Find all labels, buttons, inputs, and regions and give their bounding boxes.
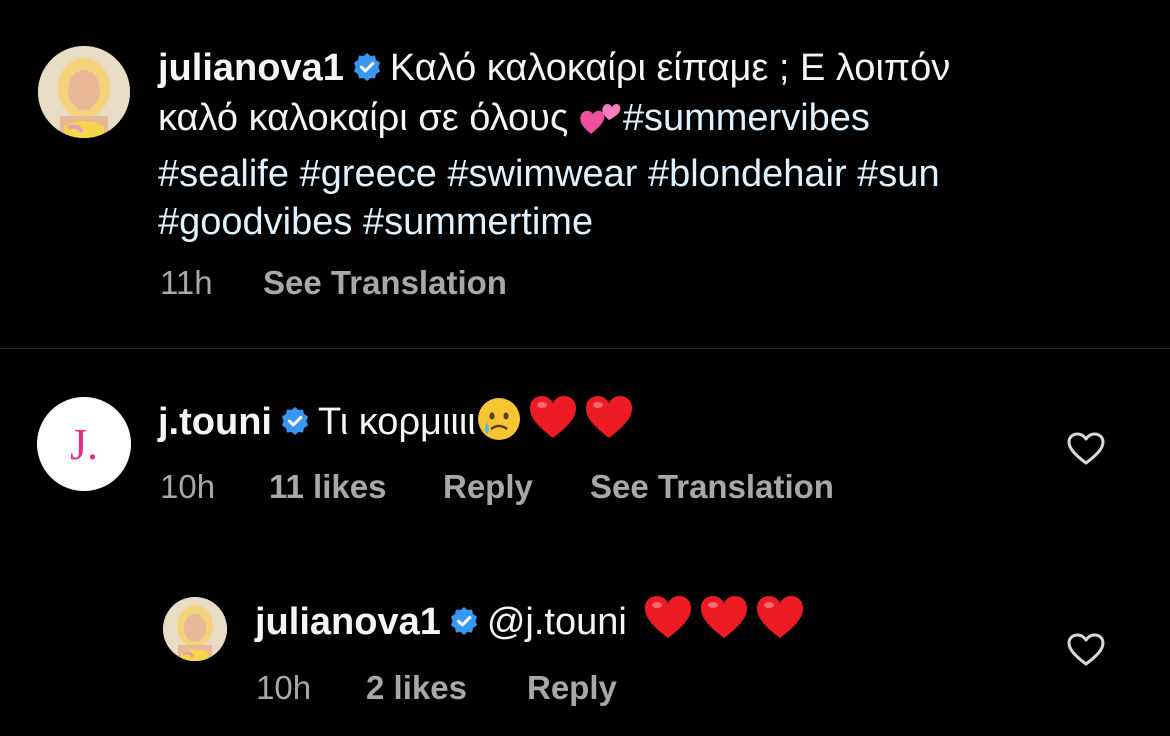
caption-text-2: καλό καλοκαίρι σε όλους xyxy=(158,97,569,139)
verified-badge-icon xyxy=(352,46,382,94)
verified-badge-icon xyxy=(449,600,479,648)
heart-outline-icon[interactable] xyxy=(1067,432,1105,471)
comment-author-avatar[interactable]: J. xyxy=(37,397,131,491)
comment-1: j.touni Τι κορμιιιι xyxy=(158,394,634,454)
crying-face-emoji xyxy=(476,396,522,454)
post-author-username[interactable]: julianova1 xyxy=(158,47,344,89)
caption-divider xyxy=(0,348,1170,349)
caption-see-translation[interactable]: See Translation xyxy=(263,264,507,302)
reply-author-avatar[interactable] xyxy=(163,597,227,661)
avatar-letter: J. xyxy=(70,420,98,469)
two-hearts-emoji xyxy=(579,98,623,150)
heart-outline-icon[interactable] xyxy=(1067,633,1105,672)
comment-2-time-text: 10h xyxy=(256,669,312,706)
post-author-avatar[interactable] xyxy=(38,46,130,138)
hashtags-line-4[interactable]: #goodvibes #summertime xyxy=(158,201,593,243)
comment-2-time: 10h xyxy=(256,669,311,707)
red-heart-emoji xyxy=(755,594,805,652)
red-heart-emoji xyxy=(699,594,749,652)
comment-1-time: 10h xyxy=(160,468,215,506)
comment-1-see-translation[interactable]: See Translation xyxy=(590,468,834,506)
red-heart-emoji xyxy=(528,394,578,452)
comment-2-likes[interactable]: 2 likes xyxy=(366,669,467,707)
comment-1-likes[interactable]: 11 likes xyxy=(269,468,386,506)
comment-1-time-text: 10h xyxy=(160,468,216,505)
red-heart-emoji xyxy=(584,394,634,452)
verified-badge-icon xyxy=(280,400,310,448)
comment-1-username[interactable]: j.touni xyxy=(158,401,272,443)
comment-2: julianova1 @j.touni xyxy=(255,594,805,652)
caption-text-1: Καλό καλοκαίρι είπαμε ; Ε λοιπόν xyxy=(389,47,951,89)
hashtags-line-3[interactable]: #sealife #greece #swimwear #blondehair #… xyxy=(158,153,940,195)
post-caption: julianova1 Καλό καλοκαίρι είπαμε ; Ε λοιπ… xyxy=(158,44,1118,246)
red-heart-emoji xyxy=(643,594,693,652)
hashtag-summervibes[interactable]: #summervibes xyxy=(623,97,870,139)
comment-2-username[interactable]: julianova1 xyxy=(255,601,441,643)
comment-1-reply-button[interactable]: Reply xyxy=(443,468,533,506)
comment-1-text: Τι κορμιιιι xyxy=(317,401,476,443)
comment-2-reply-button[interactable]: Reply xyxy=(527,669,617,707)
comment-2-text[interactable]: @j.touni xyxy=(487,601,627,643)
caption-time: 11h xyxy=(160,264,213,301)
caption-meta: 11h xyxy=(160,264,213,302)
